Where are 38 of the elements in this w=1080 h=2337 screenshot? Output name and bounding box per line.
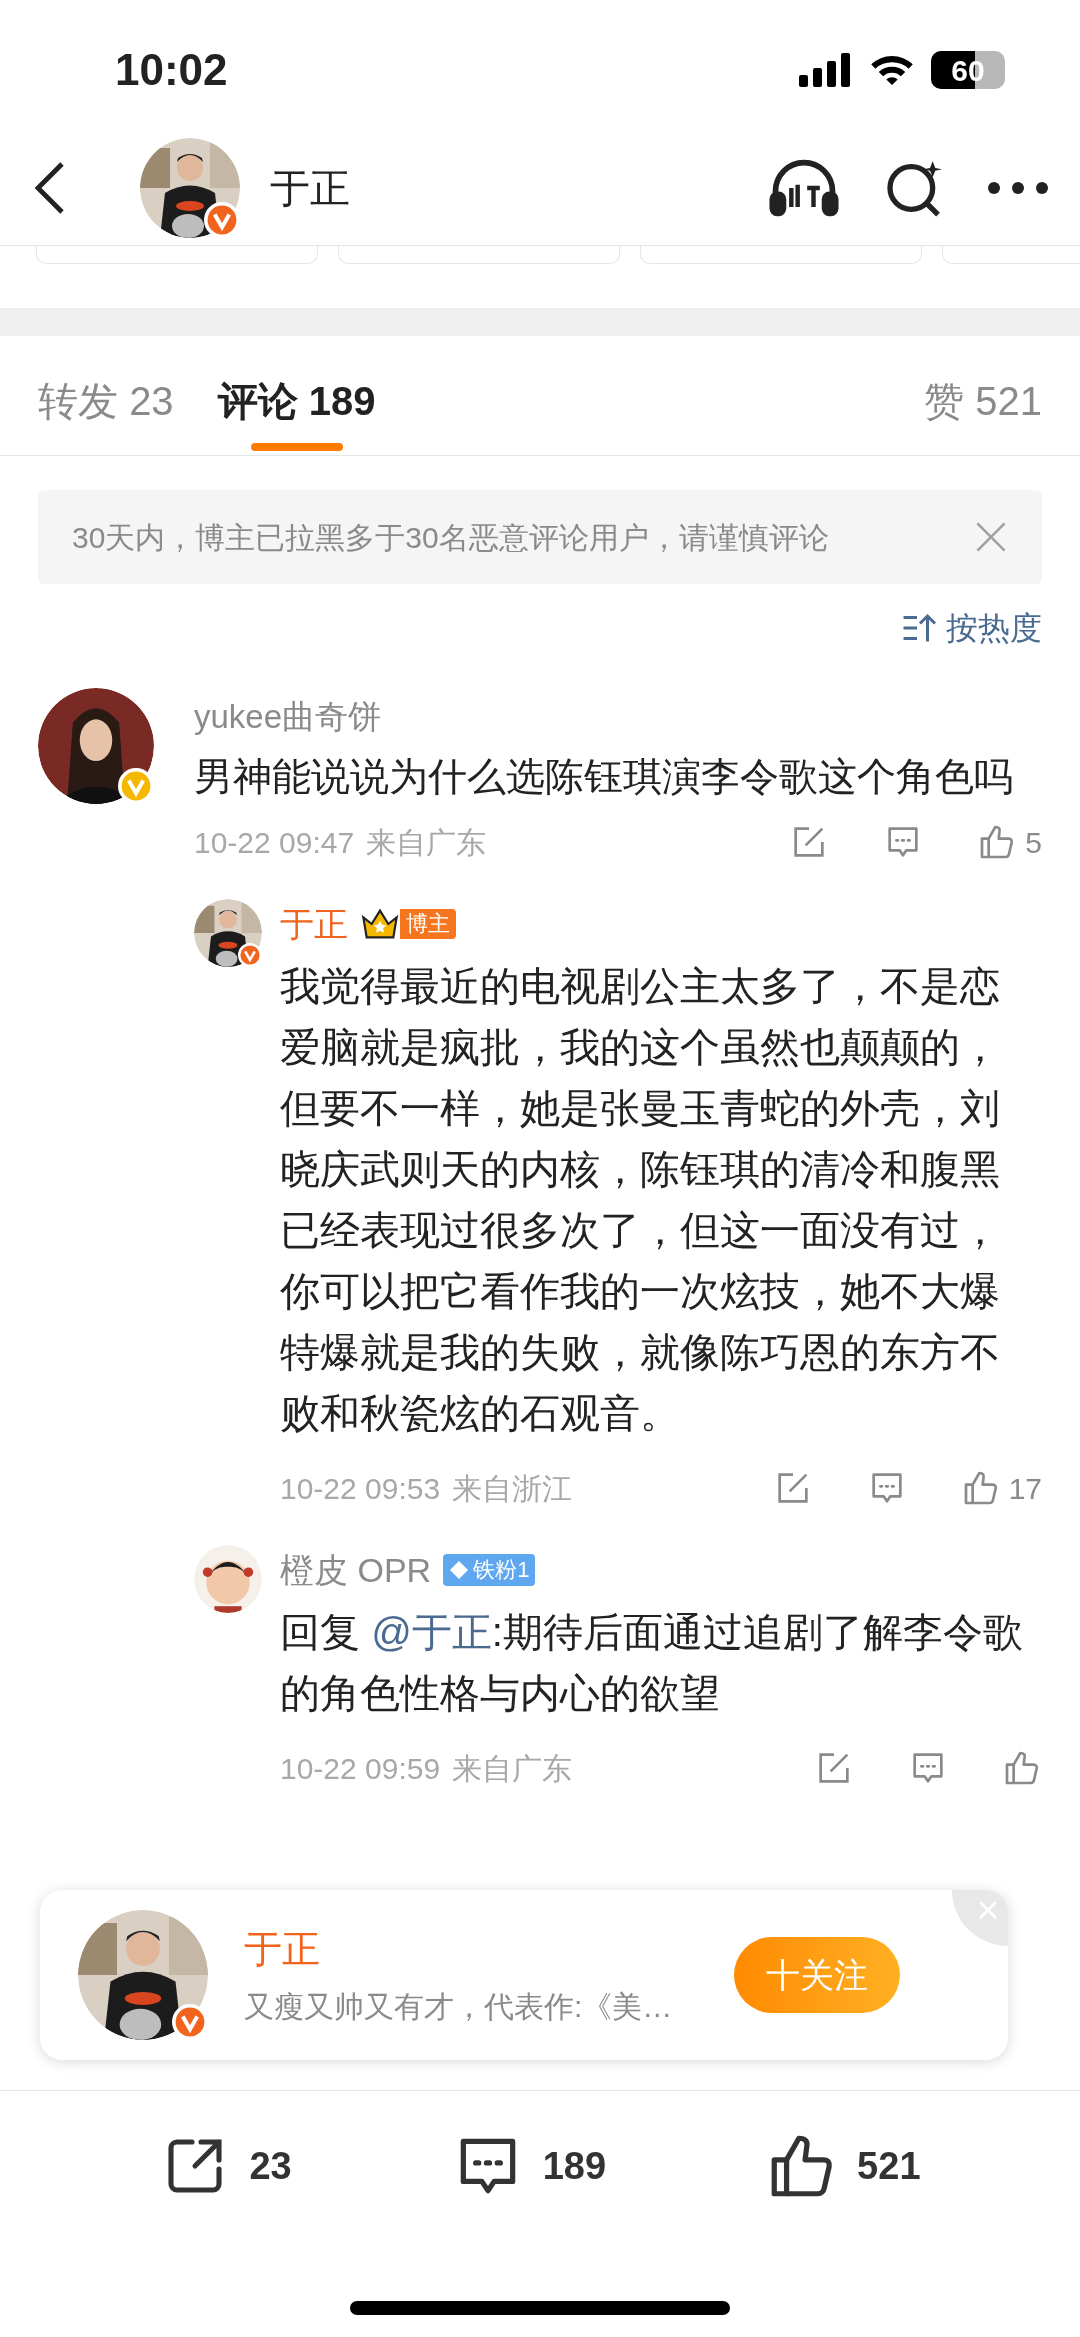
- action-count: 23: [249, 2143, 292, 2189]
- comment-location: 来自浙江: [452, 1470, 573, 1507]
- reply-username[interactable]: 于正: [280, 898, 348, 950]
- popup-bio: 又瘦又帅又有才，代表作:《美…: [244, 1989, 674, 2025]
- comment-time: 10-22 09:47: [194, 824, 355, 861]
- tab[interactable]: 赞 521: [924, 371, 1042, 455]
- sort-icon[interactable]: [902, 613, 938, 643]
- diamond-icon: [449, 1560, 470, 1580]
- popup-name[interactable]: 于正: [244, 1921, 734, 1978]
- fan-badge-label: 铁粉1: [473, 1556, 530, 1584]
- mention-link[interactable]: @于正: [360, 1609, 492, 1654]
- tab[interactable]: 转发 23: [38, 371, 174, 455]
- reply-text: 回复 @于正:期待后面通过追剧了解李令歌的角色性格与内心的欲望: [280, 1608, 1024, 1717]
- status-time: 10:02: [115, 44, 228, 96]
- comment-username[interactable]: yukee曲奇饼: [194, 692, 1042, 742]
- crown-icon: [360, 907, 400, 941]
- sort-button[interactable]: 按热度: [946, 604, 1042, 652]
- comment-time: 10-22 09:53: [280, 1470, 441, 1507]
- comment-text: 男神能说说为什么选陈钰琪演李令歌这个角色吗: [194, 753, 1014, 800]
- action-count: 521: [857, 2143, 921, 2189]
- like-count: 17: [1008, 1470, 1042, 1507]
- follow-button[interactable]: 十关注: [734, 1937, 900, 2013]
- reply-username[interactable]: 橙皮 OPR: [280, 1544, 432, 1596]
- like-count: 5: [1025, 824, 1042, 861]
- wifi-icon: [869, 53, 915, 87]
- comment-location: 来自广东: [366, 824, 487, 861]
- comment-time: 10-22 09:59: [280, 1750, 441, 1787]
- signal-icon: [799, 53, 853, 87]
- tab[interactable]: 评论 189: [217, 371, 376, 455]
- reply-text: 我觉得最近的电视剧公主太多了，不是恋爱脑就是疯批，我的这个虽然也颠颠的，但要不一样，她是张曼玉青蛇的外壳，刘晓庆武则天的内核，陈钰琪的清冷和腹黑已经表现过很多次了，但这一面没有过，你可以把它看作我的一次炫技，她不大爆特爆就是我的失败，就像陈巧恩的东方不败和秋瓷炫的石观音。: [280, 962, 1001, 1437]
- notice-text: 30天内，博主已拉黑多于30名恶意评论用户，请谨慎评论: [72, 519, 829, 556]
- header-title: 于正: [270, 164, 350, 212]
- owner-badge: 博主: [400, 909, 456, 939]
- verified-badge-icon: [172, 2004, 208, 2040]
- action-count: 189: [542, 2143, 607, 2189]
- close-icon[interactable]: [974, 520, 1008, 554]
- comment-location: 来自广东: [452, 1750, 573, 1787]
- more-icon[interactable]: [986, 179, 1050, 196]
